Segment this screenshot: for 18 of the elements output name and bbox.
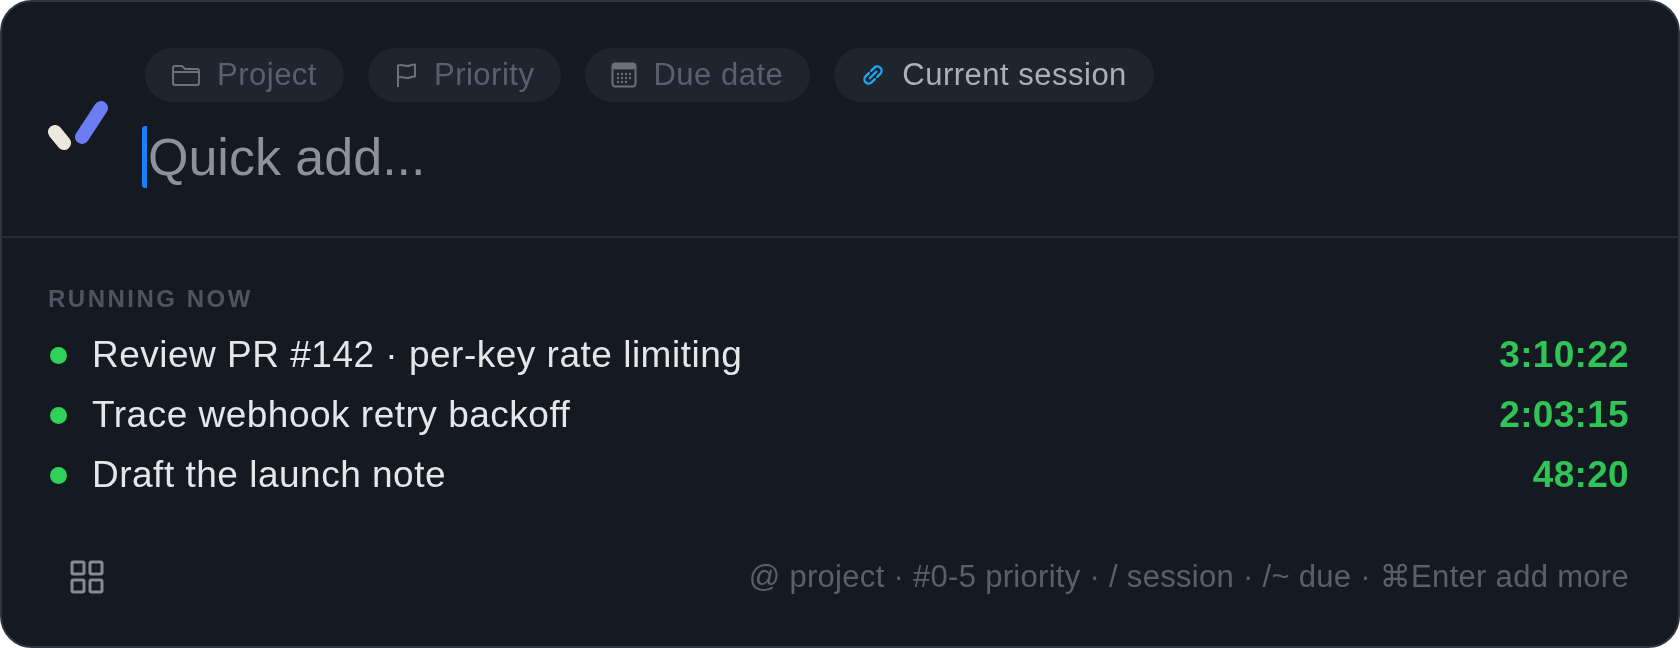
filter-chip[interactable]: Current session [834, 48, 1154, 102]
grid-icon[interactable] [70, 559, 104, 594]
status-dot-icon [50, 406, 67, 424]
section-heading: RUNNING NOW [48, 285, 253, 313]
flag-icon [394, 62, 418, 88]
folder-icon [171, 63, 201, 87]
status-dot-icon [50, 346, 67, 364]
task-title[interactable]: Trace webhook retry backoff [92, 394, 571, 436]
keyboard-hint: @ project · #0-5 priority · / session · /~ due · ⌘Enter add more [748, 558, 1629, 595]
calendar-icon [611, 62, 638, 88]
status-dot-icon [50, 466, 67, 484]
quick-add-field[interactable]: Quick add... [142, 126, 442, 188]
elapsed-time: 48:20 [1532, 454, 1629, 496]
elapsed-time: 2:03:15 [1499, 394, 1629, 436]
task-title[interactable]: Review PR #142 · per-key rate limiting [92, 334, 743, 376]
elapsed-time: 3:10:22 [1499, 334, 1629, 376]
checkmark-logo-icon [48, 101, 108, 150]
task-title[interactable]: Draft the launch note [92, 454, 446, 496]
